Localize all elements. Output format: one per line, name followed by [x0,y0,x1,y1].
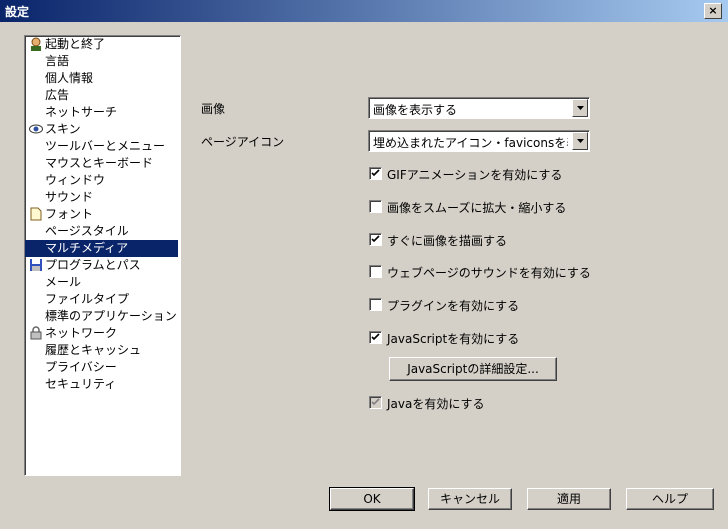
sidebar-item-ads[interactable]: 広告 [25,87,178,104]
sidebar-item-default-apps[interactable]: 標準のアプリケーション [25,308,178,325]
sidebar-item-multimedia[interactable]: マルチメディア [25,240,178,257]
sidebar-item-sounds[interactable]: サウンド [25,189,178,206]
sidebar-item-label: 広告 [45,88,70,102]
javascript-advanced-button[interactable]: JavaScriptの詳細設定... [389,357,557,381]
sidebar-item-privacy[interactable]: プライバシー [25,359,178,376]
sidebar-item-label: プライバシー [45,360,117,374]
sidebar-item-label: 言語 [45,54,70,68]
gif-animation-label: GIFアニメーションを有効にする [387,168,563,182]
sidebar-item-label: プログラムとパス [45,258,141,272]
image-display-value: 画像を表示する [373,103,458,117]
javascript-label: JavaScriptを有効にする [387,332,520,346]
checkmark-icon [371,333,380,341]
sidebar-item-file-types[interactable]: ファイルタイプ [25,291,178,308]
image-display-select[interactable]: 画像を表示する [368,97,590,119]
checkmark-icon [371,235,380,243]
sidebar-item-toolbars[interactable]: ツールバーとメニュー [25,138,178,155]
sidebar-item-mail[interactable]: メール [25,274,178,291]
plugins-label: プラグインを有効にする [387,299,520,313]
sidebar-item-label: ウィンドウ [45,173,106,187]
page-sounds-label: ウェブページのサウンドを有効にする [387,266,591,280]
sidebar-item-label: マウスとキーボード [45,156,154,170]
person-icon [31,37,41,51]
sidebar-item-label: ネットサーチ [45,105,118,119]
window-title: 設定 [5,5,30,19]
chevron-down-icon[interactable] [572,99,588,117]
floppy-icon [30,259,42,271]
checkmark-icon [371,398,380,406]
page-icon-value: 埋め込まれたアイコン・faviconsを表示 [373,136,568,150]
sidebar-item-history-cache[interactable]: 履歴とキャッシュ [25,342,178,359]
lock-icon [30,326,42,340]
sidebar-item-skin[interactable]: スキン [25,121,178,138]
help-button[interactable]: ヘルプ [626,488,714,510]
close-button[interactable]: × [704,3,722,19]
sidebar-item-label: スキン [45,122,81,136]
sidebar-item-label: フォント [45,207,94,221]
page-icon-label: ページアイコン [201,135,285,149]
apply-button[interactable]: 適用 [527,488,611,510]
ok-button[interactable]: OK [329,487,415,511]
sidebar-item-label: ネットワーク [45,326,118,340]
java-label: Javaを有効にする [387,397,485,411]
sidebar-item-label: 履歴とキャッシュ [45,343,142,357]
eye-icon [29,124,43,134]
chevron-down-icon[interactable] [572,132,588,150]
sidebar-item-startup[interactable]: 起動と終了 [25,36,178,53]
sidebar-item-search[interactable]: ネットサーチ [25,104,178,121]
sidebar-item-mouse-keyboard[interactable]: マウスとキーボード [25,155,178,172]
sidebar-item-label: ファイルタイプ [45,292,130,306]
sidebar-item-language[interactable]: 言語 [25,53,178,70]
cancel-button[interactable]: キャンセル [428,488,512,510]
sidebar-item-label: 起動と終了 [45,37,106,51]
smooth-scaling-label: 画像をスムーズに拡大・縮小する [387,201,567,215]
sidebar-item-page-style[interactable]: ページスタイル [25,223,178,240]
sidebar-item-windows[interactable]: ウィンドウ [25,172,178,189]
sidebar-item-security[interactable]: セキュリティ [25,376,178,393]
sidebar-item-label: メール [45,275,82,289]
sidebar-item-label: 個人情報 [45,71,94,85]
sidebar-item-network[interactable]: ネットワーク [25,325,178,342]
page-icon-select[interactable]: 埋め込まれたアイコン・faviconsを表示 [368,130,590,152]
document-icon [30,207,42,221]
sidebar-item-programs-paths[interactable]: プログラムとパス [25,257,178,274]
render-immediately-label: すぐに画像を描画する [387,234,508,248]
sidebar-item-label: ページスタイル [45,224,129,238]
image-label: 画像 [201,102,226,116]
sidebar-item-label: マルチメディア [45,241,129,255]
sidebar-item-personal-info[interactable]: 個人情報 [25,70,178,87]
sidebar-item-fonts[interactable]: フォント [25,206,178,223]
sidebar-item-label: ツールバーとメニュー [45,139,166,153]
sidebar-item-label: 標準のアプリケーション [45,309,177,323]
settings-category-tree[interactable]: 起動と終了 言語 個人情報 広告 ネットサーチ スキン ツールバーとメニュー マ… [24,35,181,476]
title-bar: 設定 × [0,0,728,22]
sidebar-item-label: サウンド [45,190,94,204]
sidebar-item-label: セキュリティ [45,377,117,391]
checkmark-icon [371,169,380,177]
